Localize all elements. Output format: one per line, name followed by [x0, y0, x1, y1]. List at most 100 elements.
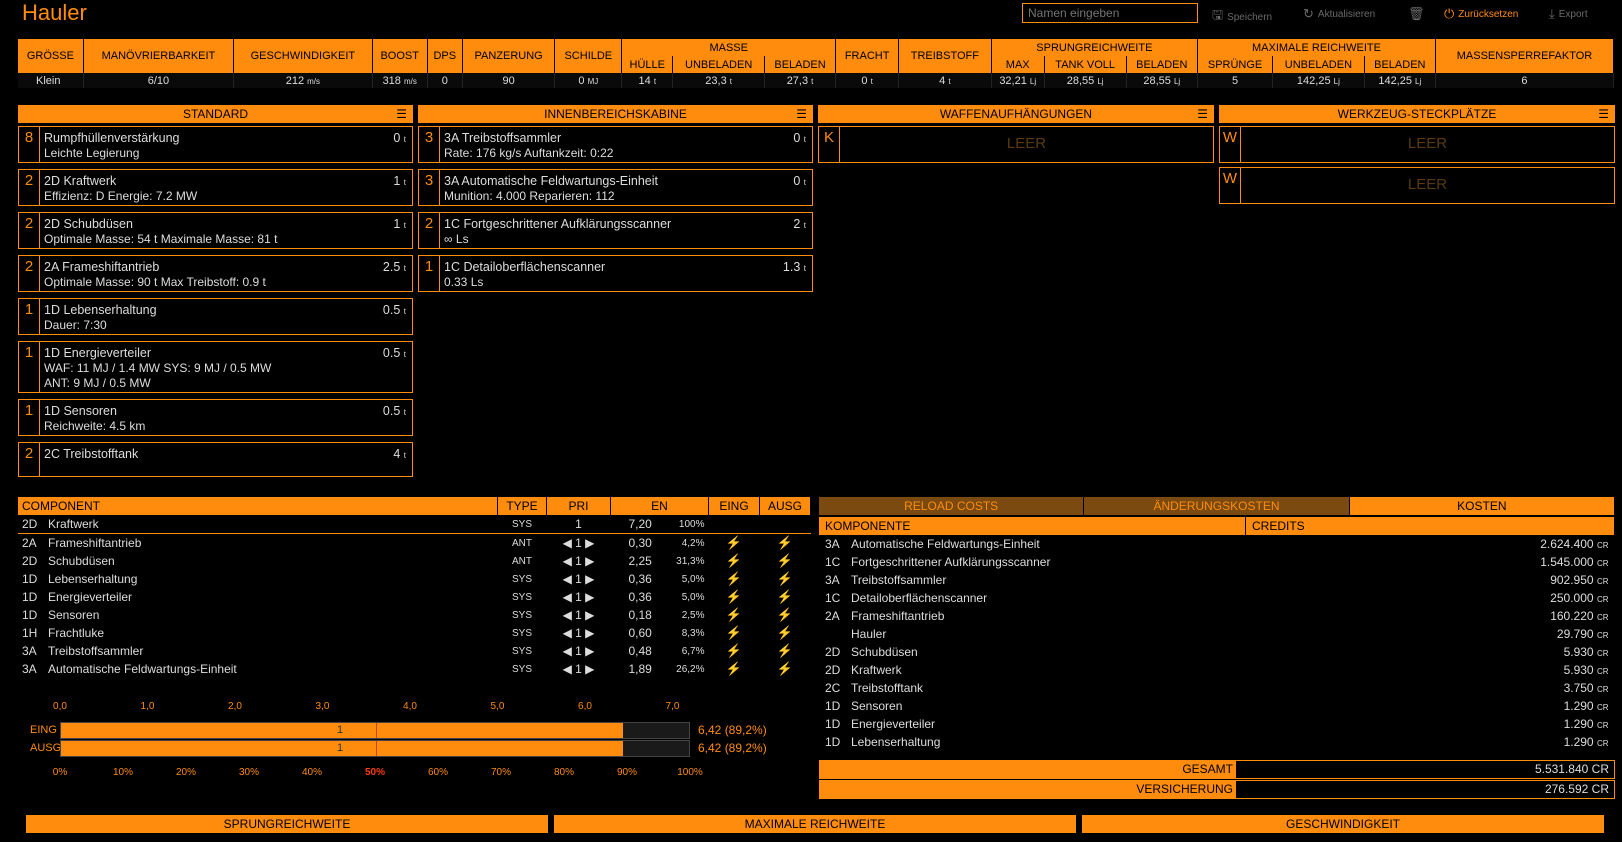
module-slot[interactable]: 8 Rumpfhüllenverstärkung 0 t Leichte Legier…: [18, 126, 413, 163]
delete-button[interactable]: 🗑: [1408, 6, 1425, 22]
tab-retrofit-costs[interactable]: ÄNDERUNGSKOSTEN: [1084, 497, 1350, 515]
half-power-marker: [376, 741, 377, 756]
module-slot[interactable]: 1 1D Energieverteiler 0.5 t WAF: 11 MJ / 1.…: [18, 341, 413, 393]
priority-cell[interactable]: ◀ 1 ▶: [547, 660, 611, 678]
power-row[interactable]: 1H Frachtluke SYS ◀ 1 ▶ 0,60 8,3% ⚡ ⚡: [18, 624, 811, 642]
priority-up-icon[interactable]: ▶: [582, 608, 594, 622]
priority-down-icon[interactable]: ◀: [563, 590, 576, 604]
priority-cell[interactable]: ◀ 1 ▶: [547, 570, 611, 588]
bar-group-label: 1: [337, 724, 344, 736]
module-name: 2A Frameshiftantrieb: [44, 260, 160, 274]
speed-button[interactable]: GESCHWINDIGKEIT: [1082, 815, 1604, 833]
cost-row[interactable]: 1C Fortgeschrittener Aufklärungsscanner 1.…: [819, 553, 1615, 571]
power-row[interactable]: 2A Frameshiftantrieb ANT ◀ 1 ▶ 0,30 4,2% ⚡ ⚡: [18, 534, 811, 553]
bar-label: AUSG: [30, 742, 62, 754]
priority-down-icon[interactable]: ◀: [563, 554, 576, 568]
priority-down-icon[interactable]: ◀: [563, 644, 576, 658]
cost-row[interactable]: 3A Automatische Feldwartungs-Einheit 2.624…: [819, 535, 1615, 553]
module-slot[interactable]: 3 3A Automatische Feldwartungs-Einheit 0 t…: [418, 169, 813, 206]
refresh-button[interactable]: ↻ Aktualisieren: [1303, 6, 1375, 22]
cost-row[interactable]: 1D Energieverteiler 1.290 CR: [819, 715, 1615, 733]
module-slot[interactable]: 2 2D Schubdüsen 1 t Optimale Masse: 54 t Ma…: [18, 212, 413, 249]
cost-row[interactable]: 2C Treibstofftank 3.750 CR: [819, 679, 1615, 697]
module-slot[interactable]: 2 2D Kraftwerk 1 t Effizienz: D Energie: 7.…: [18, 169, 413, 206]
save-button[interactable]: 🖫 Speichern: [1212, 6, 1272, 28]
tab-reload-costs[interactable]: RELOAD COSTS: [819, 497, 1085, 515]
settings-icon[interactable]: ☰: [796, 105, 807, 123]
cost-row[interactable]: 3A Treibstoffsammler 902.950 CR: [819, 571, 1615, 589]
cost-row[interactable]: 1C Detailoberflächenscanner 250.000 CR: [819, 589, 1615, 607]
deployed-cell: [759, 515, 811, 534]
cost-row[interactable]: 2D Schubdüsen 5.930 CR: [819, 643, 1615, 661]
priority-cell[interactable]: ◀ 1 ▶: [547, 642, 611, 660]
col-credits[interactable]: CREDITS: [1245, 517, 1615, 535]
module-slot[interactable]: 1 1D Lebenserhaltung 0.5 t Dauer: 7:30: [18, 298, 413, 335]
power-row[interactable]: 3A Automatische Feldwartungs-Einheit SYS ◀ …: [18, 660, 811, 678]
build-name-input[interactable]: [1022, 3, 1198, 23]
bar-value: 6,42 (89,2%): [698, 741, 767, 755]
priority-down-icon[interactable]: ◀: [563, 608, 576, 622]
priority-cell[interactable]: ◀ 1 ▶: [547, 552, 611, 570]
pct-axis-tick: 20%: [175, 767, 197, 778]
total-range-button[interactable]: MAXIMALE REICHWEITE: [554, 815, 1076, 833]
energy-percent: 4,2%: [681, 537, 705, 549]
section-utility[interactable]: WERKZEUG-STECKPLÄTZE ☰: [1219, 105, 1615, 123]
export-button[interactable]: ⤓ Export: [1549, 6, 1588, 22]
reset-button[interactable]: ⏻ Zurücksetzen: [1444, 6, 1518, 22]
settings-icon[interactable]: ☰: [1197, 105, 1208, 123]
empty-slot[interactable]: W LEER: [1219, 167, 1615, 204]
jump-range-button[interactable]: SPRUNGREICHWEITE: [26, 815, 548, 833]
power-row[interactable]: 1D Energieverteiler SYS ◀ 1 ▶ 0,36 5,0% ⚡ ⚡: [18, 588, 811, 606]
module-mass: 2.5 t: [383, 260, 406, 274]
priority-value: 1: [575, 536, 582, 550]
priority-cell[interactable]: ◀ 1 ▶: [547, 624, 611, 642]
cost-row[interactable]: Hauler 29.790 CR: [819, 625, 1615, 643]
section-standard[interactable]: STANDARD ☰: [18, 105, 413, 123]
priority-down-icon[interactable]: ◀: [563, 572, 576, 586]
retracted-cell: ⚡: [709, 606, 760, 624]
priority-up-icon[interactable]: ▶: [582, 626, 594, 640]
cost-row[interactable]: 2A Frameshiftantrieb 160.220 CR: [819, 607, 1615, 625]
module-slot[interactable]: 3 3A Treibstoffsammler 0 t Rate: 176 kg/s A…: [418, 126, 813, 163]
lightning-icon: ⚡: [725, 643, 743, 658]
module-slot[interactable]: 2 2C Treibstofftank 4 t: [18, 442, 413, 477]
priority-up-icon[interactable]: ▶: [582, 572, 594, 586]
empty-slot[interactable]: W LEER: [1219, 126, 1615, 163]
priority-cell[interactable]: ◀ 1 ▶: [547, 606, 611, 624]
col-komponente[interactable]: KOMPONENTE: [819, 517, 1246, 535]
credits-unit: CR: [1596, 577, 1609, 586]
priority-up-icon[interactable]: ▶: [582, 536, 594, 550]
power-row[interactable]: 2D Kraftwerk SYS 1 7,20 100%: [18, 515, 811, 534]
priority-down-icon[interactable]: ◀: [563, 662, 576, 676]
section-hardpoints[interactable]: WAFFENAUFHÄNGUNGEN ☰: [818, 105, 1214, 123]
cost-row[interactable]: 1D Lebenserhaltung 1.290 CR: [819, 733, 1615, 751]
section-internal[interactable]: INNENBEREICHSKABINE ☰: [418, 105, 813, 123]
priority-cell[interactable]: ◀ 1 ▶: [547, 588, 611, 606]
cost-row[interactable]: 2D Kraftwerk 5.930 CR: [819, 661, 1615, 679]
settings-icon[interactable]: ☰: [396, 105, 407, 123]
priority-up-icon[interactable]: ▶: [582, 590, 594, 604]
cost-row[interactable]: 1D Sensoren 1.290 CR: [819, 697, 1615, 715]
priority-up-icon[interactable]: ▶: [582, 554, 594, 568]
power-row[interactable]: 1D Sensoren SYS ◀ 1 ▶ 0,18 2,5% ⚡ ⚡: [18, 606, 811, 624]
priority-cell[interactable]: 1: [546, 515, 611, 534]
power-row[interactable]: 2D Schubdüsen ANT ◀ 1 ▶ 2,25 31,3% ⚡ ⚡: [18, 552, 811, 570]
credits-unit: CR: [1596, 703, 1609, 712]
tab-costs[interactable]: KOSTEN: [1349, 497, 1615, 515]
module-slot[interactable]: 2 2A Frameshiftantrieb 2.5 t Optimale Masse…: [18, 255, 413, 292]
priority-up-icon[interactable]: ▶: [582, 662, 594, 676]
empty-label: LEER: [1407, 176, 1448, 193]
empty-slot[interactable]: K LEER: [818, 126, 1214, 163]
settings-icon[interactable]: ☰: [1598, 105, 1609, 123]
power-row[interactable]: 1D Lebenserhaltung SYS ◀ 1 ▶ 0,36 5,0% ⚡ ⚡: [18, 570, 811, 588]
module-slot[interactable]: 2 1C Fortgeschrittener Aufklärungsscanner…: [418, 212, 813, 249]
priority-up-icon[interactable]: ▶: [582, 644, 594, 658]
priority-cell[interactable]: ◀ 1 ▶: [547, 534, 611, 553]
module-slot[interactable]: 1 1C Detailoberflächenscanner 1.3 t 0.33 Ls: [418, 255, 813, 292]
component-type: SYS: [511, 627, 532, 639]
cost-component: 3A Automatische Feldwartungs-Einheit: [819, 535, 1246, 553]
module-slot[interactable]: 1 1D Sensoren 0.5 t Reichweite: 4.5 km: [18, 399, 413, 436]
priority-down-icon[interactable]: ◀: [563, 626, 576, 640]
priority-down-icon[interactable]: ◀: [563, 536, 576, 550]
power-row[interactable]: 3A Treibstoffsammler SYS ◀ 1 ▶ 0,48 6,7% ⚡ ⚡: [18, 642, 811, 660]
